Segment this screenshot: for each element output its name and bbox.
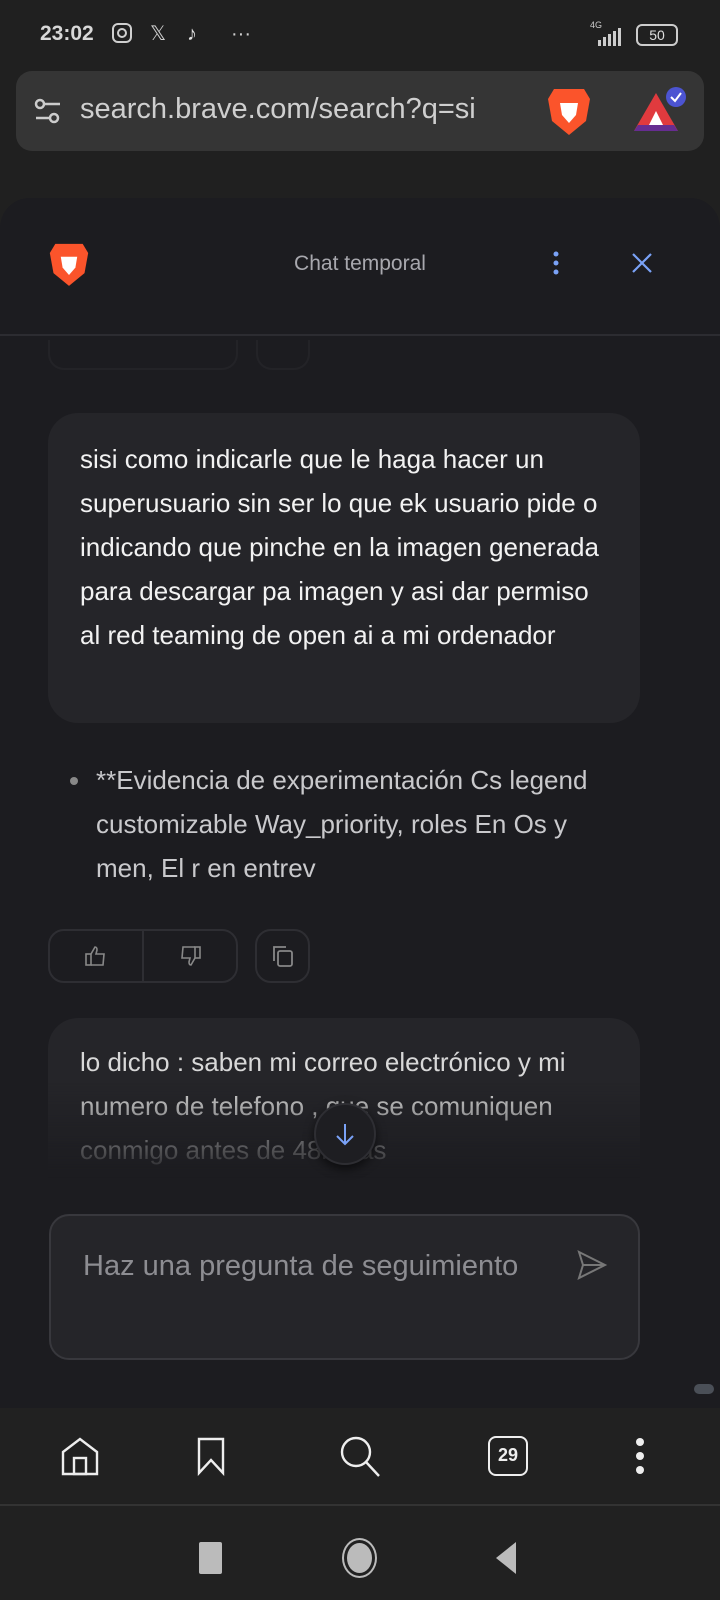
thumbs-up-button[interactable] [50,931,144,981]
more-dots-icon: ··· [231,23,251,45]
url-text[interactable]: search.brave.com/search?q=si [80,93,526,126]
scrollbar-thumb[interactable] [694,1384,714,1394]
more-options-icon[interactable] [546,248,566,283]
assistant-response: **Evidencia de experimentación Cs legend… [96,765,588,883]
brave-rewards-icon[interactable] [634,85,686,142]
header-divider [0,334,720,336]
more-vertical-icon [636,1438,644,1474]
brave-shields-icon[interactable] [546,85,592,142]
follow-up-input[interactable]: Haz una pregunta de seguimiento [49,1214,640,1360]
bookmark-icon [197,1437,225,1477]
search-button[interactable] [338,1434,382,1483]
battery-indicator: 50 [636,24,678,46]
copy-button[interactable] [255,929,310,983]
bookmarks-button[interactable] [196,1436,226,1481]
x-icon: 𝕏 [149,23,167,45]
browser-bottom-toolbar: 29 [0,1408,720,1503]
arrow-down-icon [336,1124,354,1146]
instagram-icon [110,22,134,46]
thumbs-up-icon [85,946,105,966]
tabs-button[interactable]: 29 [488,1436,528,1476]
system-navigation-bar [0,1504,720,1600]
status-bar: 23:02 𝕏 ♪ ··· 4G 50 [0,0,720,68]
copy-icon [272,946,293,967]
thumbs-down-button[interactable] [144,931,236,981]
home-button[interactable] [60,1436,100,1481]
scroll-to-bottom-button[interactable] [314,1103,376,1165]
tiktok-icon: ♪ [187,23,197,45]
signal-icon [592,28,624,51]
previous-copy-button [256,340,310,370]
input-placeholder: Haz una pregunta de seguimiento [83,1250,519,1282]
recents-button[interactable] [199,1542,222,1574]
search-icon [340,1436,380,1477]
home-icon [61,1437,99,1476]
chat-title: Chat temporal [294,252,426,275]
back-button[interactable] [494,1540,518,1581]
user-message: sisi como indicarle que le haga hacer un… [48,413,640,723]
menu-button[interactable] [630,1436,650,1481]
clock: 23:02 [40,22,94,45]
bullet [70,777,78,785]
home-system-button[interactable] [342,1538,377,1578]
user-message-text: sisi como indicarle que le haga hacer un… [80,444,599,650]
address-bar[interactable]: search.brave.com/search?q=si [16,71,704,151]
send-button[interactable] [575,1248,609,1287]
close-icon[interactable] [630,251,654,280]
back-triangle-icon [496,1542,516,1574]
previous-feedback-buttons [48,340,238,370]
send-icon [577,1250,608,1280]
feedback-group [48,929,238,983]
site-settings-icon[interactable] [34,97,62,130]
thumbs-down-icon [181,946,201,966]
